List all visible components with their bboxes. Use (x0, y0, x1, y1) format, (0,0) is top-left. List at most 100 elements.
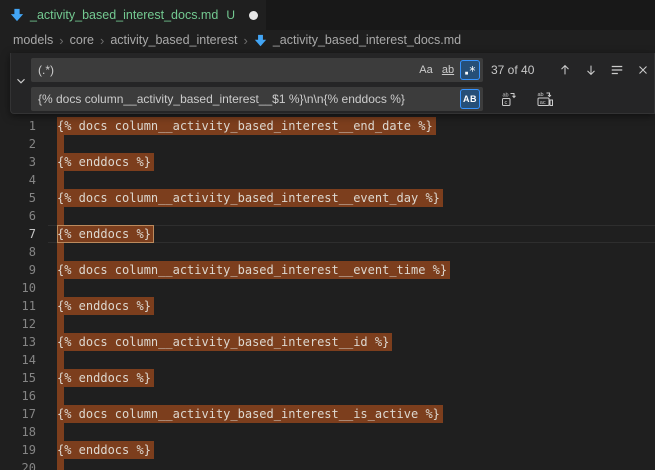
line-number[interactable]: 4 (0, 171, 36, 189)
find-match-highlight (57, 459, 64, 470)
find-match-highlight: {% enddocs %} (57, 369, 154, 387)
line-number[interactable]: 9 (0, 261, 36, 279)
find-match-highlight: {% enddocs %} (57, 297, 154, 315)
match-case-button[interactable]: Aa (416, 60, 436, 80)
find-match-highlight (57, 351, 64, 369)
code-line[interactable]: 14 (0, 351, 655, 369)
line-number[interactable]: 10 (0, 279, 36, 297)
breadcrumb-item-core[interactable]: core (70, 33, 94, 47)
code-line[interactable]: 20 (0, 459, 655, 470)
line-content[interactable]: {% docs column__activity_based_interest_… (57, 117, 436, 135)
replace-input[interactable]: {% docs column__activity_based_interest_… (31, 87, 483, 111)
line-content[interactable] (57, 243, 64, 261)
code-line[interactable]: 3 {% enddocs %} (0, 153, 655, 171)
line-number[interactable]: 11 (0, 297, 36, 315)
line-content[interactable] (57, 279, 64, 297)
find-match-highlight (57, 207, 64, 225)
toggle-replace-button[interactable] (11, 53, 31, 113)
code-line[interactable]: 19 {% enddocs %} (0, 441, 655, 459)
line-number[interactable]: 12 (0, 315, 36, 333)
svg-text:*: * (469, 64, 476, 77)
line-content[interactable]: {% docs column__activity_based_interest_… (57, 333, 392, 351)
code-line[interactable]: 7 {% enddocs %} (0, 225, 655, 243)
code-line[interactable]: 9 {% docs column__activity_based_interest… (0, 261, 655, 279)
find-match-highlight: {% docs column__activity_based_interest_… (57, 333, 392, 351)
find-match-highlight (57, 315, 64, 333)
code-line[interactable]: 17 {% docs column__activity_based_interes… (0, 405, 655, 423)
code-line[interactable]: 18 (0, 423, 655, 441)
code-line[interactable]: 12 (0, 315, 655, 333)
code-line[interactable]: 10 (0, 279, 655, 297)
line-number[interactable]: 14 (0, 351, 36, 369)
vscode-window: _activity_based_interest_docs.md U model… (0, 0, 655, 470)
line-content[interactable]: {% enddocs %} (57, 153, 154, 171)
line-content[interactable] (57, 351, 64, 369)
code-line[interactable]: 1 {% docs column__activity_based_interest… (0, 117, 655, 135)
line-number[interactable]: 16 (0, 387, 36, 405)
line-content[interactable]: {% docs column__activity_based_interest_… (57, 261, 450, 279)
line-number[interactable]: 13 (0, 333, 36, 351)
chevron-right-icon: › (243, 33, 247, 48)
line-number[interactable]: 6 (0, 207, 36, 225)
breadcrumb-item-models[interactable]: models (13, 33, 53, 47)
line-content[interactable]: {% docs column__activity_based_interest_… (57, 189, 443, 207)
line-number[interactable]: 3 (0, 153, 36, 171)
regex-button[interactable]: * (460, 60, 480, 80)
line-number[interactable]: 5 (0, 189, 36, 207)
markdown-file-icon (254, 34, 267, 47)
replace-all-icon[interactable]: ab ac (535, 89, 555, 109)
line-content[interactable]: {% enddocs %} (57, 441, 154, 459)
find-in-selection-button[interactable] (607, 60, 627, 80)
line-number[interactable]: 19 (0, 441, 36, 459)
line-number[interactable]: 2 (0, 135, 36, 153)
find-match-highlight: {% docs column__activity_based_interest_… (57, 261, 450, 279)
code-line[interactable]: 16 (0, 387, 655, 405)
whole-word-button[interactable]: ab (438, 60, 458, 80)
find-input[interactable]: (.*) Aa ab * (31, 58, 483, 82)
replace-row: {% docs column__activity_based_interest_… (31, 87, 654, 111)
svg-text:ab: ab (538, 92, 544, 98)
code-line[interactable]: 5 {% docs column__activity_based_interest… (0, 189, 655, 207)
line-content[interactable]: {% enddocs %} (57, 297, 154, 315)
chevron-down-icon (14, 74, 28, 93)
code-line[interactable]: 4 (0, 171, 655, 189)
markdown-file-icon (10, 8, 24, 22)
previous-match-button[interactable] (555, 60, 575, 80)
line-content[interactable] (57, 135, 64, 153)
line-content[interactable] (57, 207, 64, 225)
line-number[interactable]: 1 (0, 117, 36, 135)
line-number[interactable]: 18 (0, 423, 36, 441)
replace-icon[interactable]: ab c (499, 89, 519, 109)
close-icon[interactable] (633, 60, 653, 80)
next-match-button[interactable] (581, 60, 601, 80)
unsaved-dot-icon[interactable] (249, 11, 258, 20)
line-number[interactable]: 17 (0, 405, 36, 423)
code-line[interactable]: 13 {% docs column__activity_based_interes… (0, 333, 655, 351)
tab-bar: _activity_based_interest_docs.md U (0, 0, 655, 30)
line-content[interactable] (57, 171, 64, 189)
line-number[interactable]: 15 (0, 369, 36, 387)
line-content[interactable]: {% enddocs %} (57, 225, 154, 243)
code-line[interactable]: 15 {% enddocs %} (0, 369, 655, 387)
line-content[interactable]: {% docs column__activity_based_interest_… (57, 405, 443, 423)
breadcrumb-item-folder[interactable]: activity_based_interest (110, 33, 237, 47)
line-content[interactable] (57, 315, 64, 333)
code-lines: 1 {% docs column__activity_based_interest… (0, 117, 655, 470)
code-line[interactable]: 11 {% enddocs %} (0, 297, 655, 315)
line-content[interactable] (57, 423, 64, 441)
breadcrumb-item-file[interactable]: _activity_based_interest_docs.md (273, 33, 461, 47)
line-content[interactable] (57, 387, 64, 405)
preserve-case-button[interactable]: AB (460, 89, 480, 109)
svg-text:c: c (505, 100, 508, 106)
find-match-highlight: {% docs column__activity_based_interest_… (57, 117, 436, 135)
code-line[interactable]: 6 (0, 207, 655, 225)
line-number[interactable]: 7 (0, 225, 36, 243)
line-content[interactable]: {% enddocs %} (57, 369, 154, 387)
line-number[interactable]: 8 (0, 243, 36, 261)
line-number[interactable]: 20 (0, 459, 36, 470)
line-content[interactable] (57, 459, 64, 470)
tab-active-file[interactable]: _activity_based_interest_docs.md U (0, 0, 266, 30)
chevron-right-icon: › (100, 33, 104, 48)
code-line[interactable]: 8 (0, 243, 655, 261)
code-line[interactable]: 2 (0, 135, 655, 153)
